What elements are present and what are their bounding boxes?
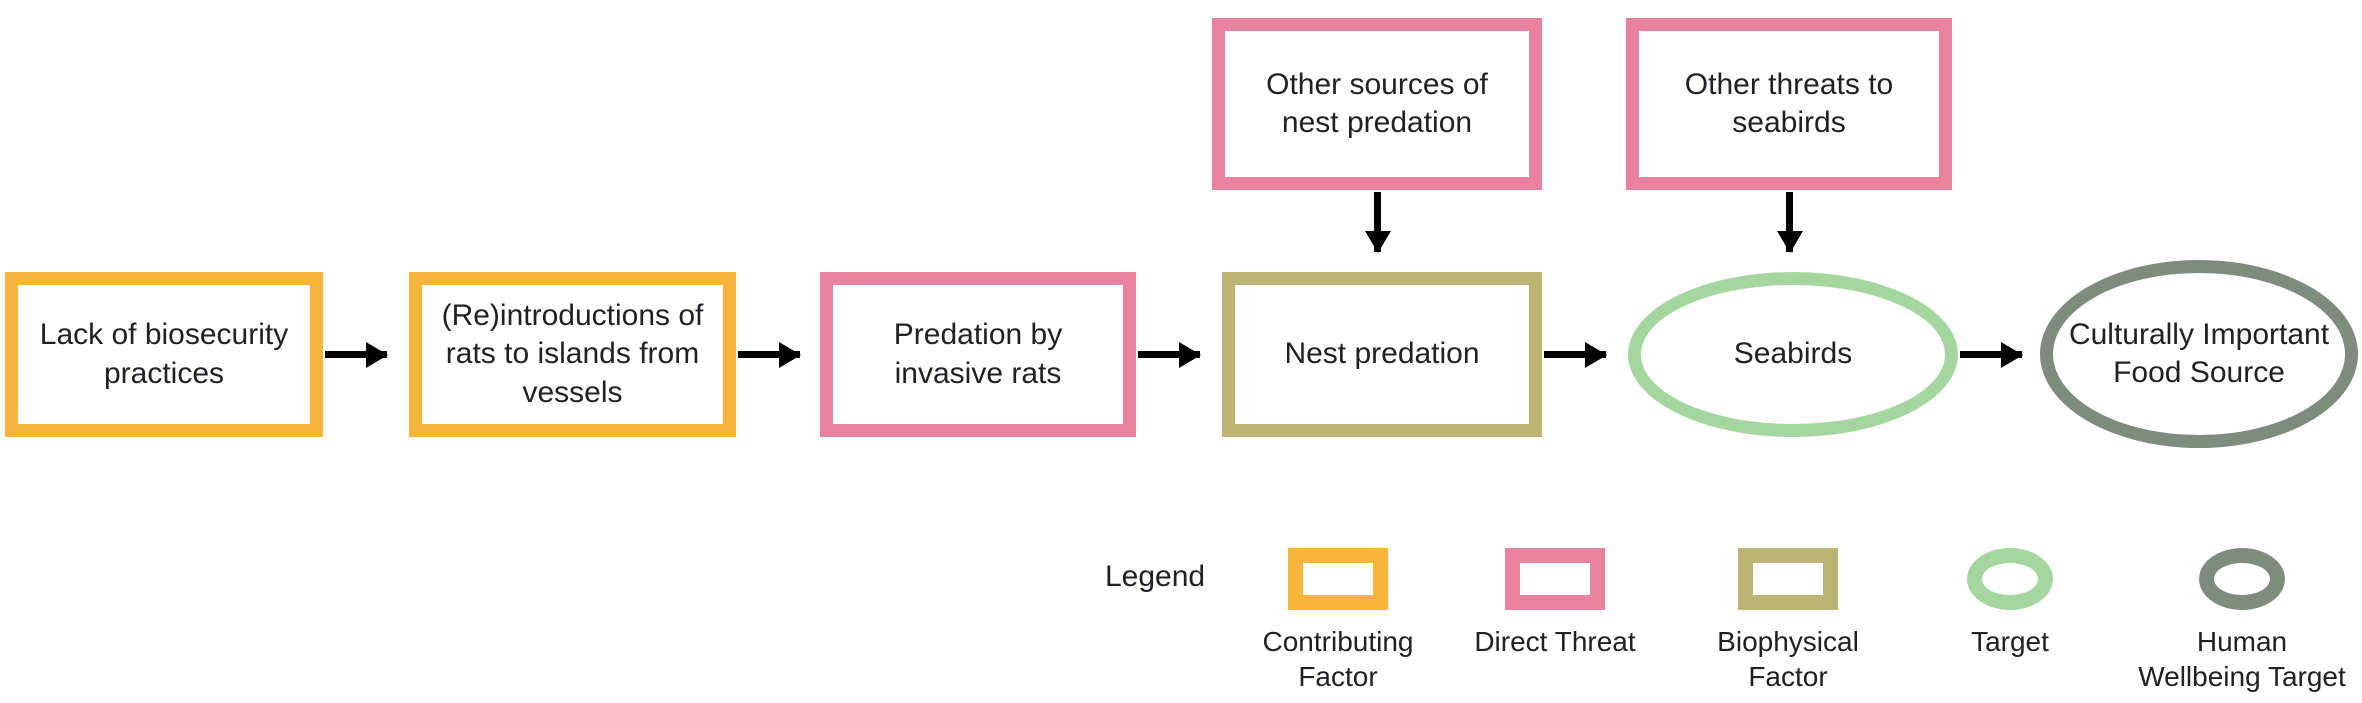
legend-item-target: Target <box>1930 548 2090 659</box>
node-other-sources-of-nest-predation[interactable]: Other sources of nest predation <box>1212 18 1542 190</box>
legend-label: Contributing Factor <box>1262 626 1414 692</box>
node-culturally-important-food-source[interactable]: Culturally Important Food Source <box>2040 260 2358 448</box>
node-label: Lack of biosecurity practices <box>39 318 289 390</box>
node-other-threats-to-seabirds[interactable]: Other threats to seabirds <box>1626 18 1952 190</box>
node-label: Other threats to seabirds <box>1684 67 1894 139</box>
arrow-biosecurity-to-reintroductions <box>325 351 387 358</box>
legend-title: Legend <box>1105 560 1206 593</box>
node-label: Culturally Important Food Source <box>2068 317 2330 389</box>
arrow-seabirds-to-food-source <box>1960 351 2022 358</box>
arrow-other-threats-to-seabirds <box>1786 192 1793 252</box>
node-label: Seabirds <box>1733 337 1853 371</box>
node-label: (Re)introductions of rats to islands fro… <box>441 298 704 409</box>
legend: Legend Contributing Factor Direct Threat… <box>0 548 2362 703</box>
node-seabirds[interactable]: Seabirds <box>1628 272 1958 437</box>
node-reintroductions-of-rats[interactable]: (Re)introductions of rats to islands fro… <box>409 272 736 437</box>
node-nest-predation[interactable]: Nest predation <box>1222 272 1542 437</box>
legend-item-biophysical-factor: Biophysical Factor <box>1698 548 1878 694</box>
legend-item-contributing-factor: Contributing Factor <box>1248 548 1428 694</box>
legend-swatch-human-wellbeing-target <box>2199 548 2285 610</box>
arrow-predation-to-nest-predation <box>1138 351 1200 358</box>
arrow-other-sources-to-nest-predation <box>1374 192 1381 252</box>
node-lack-of-biosecurity-practices[interactable]: Lack of biosecurity practices <box>5 272 323 437</box>
arrow-nest-predation-to-seabirds <box>1544 351 1606 358</box>
legend-label: Direct Threat <box>1474 626 1636 657</box>
legend-item-human-wellbeing-target: Human Wellbeing Target <box>2122 548 2362 694</box>
legend-label: Target <box>1971 626 2049 657</box>
legend-item-direct-threat: Direct Threat <box>1455 548 1655 659</box>
legend-label: Biophysical Factor <box>1717 626 1859 692</box>
legend-swatch-target <box>1967 548 2053 610</box>
arrow-reintroductions-to-predation <box>738 351 800 358</box>
node-label: Other sources of nest predation <box>1266 67 1488 139</box>
legend-swatch-biophysical-factor <box>1738 548 1838 610</box>
legend-label: Human Wellbeing Target <box>2138 626 2346 692</box>
node-label: Predation by invasive rats <box>893 318 1063 390</box>
node-label: Nest predation <box>1284 337 1480 371</box>
node-predation-by-invasive-rats[interactable]: Predation by invasive rats <box>820 272 1136 437</box>
legend-swatch-contributing-factor <box>1288 548 1388 610</box>
legend-swatch-direct-threat <box>1505 548 1605 610</box>
